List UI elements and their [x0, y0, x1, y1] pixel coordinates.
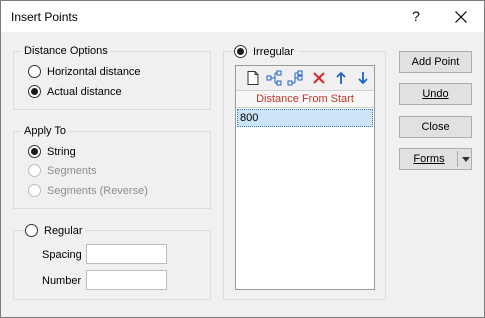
radio-button[interactable] [234, 45, 247, 58]
radio-label: Irregular [253, 46, 294, 58]
insert-row-icon[interactable] [266, 70, 282, 86]
distance-list-panel: Distance From Start 800 [235, 65, 375, 290]
radio-button[interactable] [28, 184, 41, 197]
close-button[interactable]: Close [399, 116, 472, 138]
radio-label: Actual distance [47, 86, 122, 98]
add-point-button[interactable]: Add Point [399, 51, 472, 73]
append-row-icon[interactable] [287, 70, 303, 86]
radio-button[interactable] [25, 224, 38, 237]
new-icon[interactable] [245, 70, 261, 86]
apply-to-label: Apply To [22, 124, 68, 138]
list-item[interactable]: 800 [237, 109, 373, 127]
radio-button[interactable] [28, 145, 41, 158]
irregular-radio[interactable]: Irregular [234, 44, 299, 60]
close-window-button[interactable] [446, 3, 476, 30]
insert-points-dialog: Insert Points ? Distance Options Horizon… [0, 0, 485, 318]
spacing-input[interactable] [86, 244, 167, 264]
radio-label: Segments (Reverse) [47, 185, 148, 197]
undo-label: Undo [422, 88, 449, 100]
help-button[interactable]: ? [401, 3, 431, 30]
distance-options-group: Distance Options [13, 44, 211, 110]
distance-column-header[interactable]: Distance From Start [236, 90, 374, 108]
number-input[interactable] [86, 270, 167, 290]
forms-button[interactable]: Forms [399, 148, 472, 170]
window-title: Insert Points [11, 10, 78, 24]
number-label: Number [42, 275, 82, 287]
close-icon [455, 11, 467, 23]
forms-label: Forms [400, 149, 458, 169]
regular-radio[interactable]: Regular [25, 223, 85, 239]
radio-button[interactable] [28, 65, 41, 78]
title-bar: Insert Points ? [1, 1, 484, 32]
distance-options-label: Distance Options [22, 44, 110, 58]
radio-button[interactable] [28, 164, 41, 177]
radio-label: Segments [47, 165, 97, 177]
radio-label: String [47, 146, 76, 158]
delete-icon[interactable] [311, 70, 327, 86]
undo-button[interactable]: Undo [399, 83, 472, 105]
move-down-icon[interactable] [355, 70, 371, 86]
radio-label: Horizontal distance [47, 66, 141, 78]
move-up-icon[interactable] [333, 70, 349, 86]
split-divider [457, 151, 458, 167]
list-toolbar [236, 66, 374, 90]
chevron-down-icon[interactable] [462, 157, 470, 162]
radio-button[interactable] [28, 85, 41, 98]
radio-label: Regular [44, 225, 83, 237]
spacing-label: Spacing [42, 249, 82, 261]
forms-label-text: Forms [413, 153, 445, 165]
